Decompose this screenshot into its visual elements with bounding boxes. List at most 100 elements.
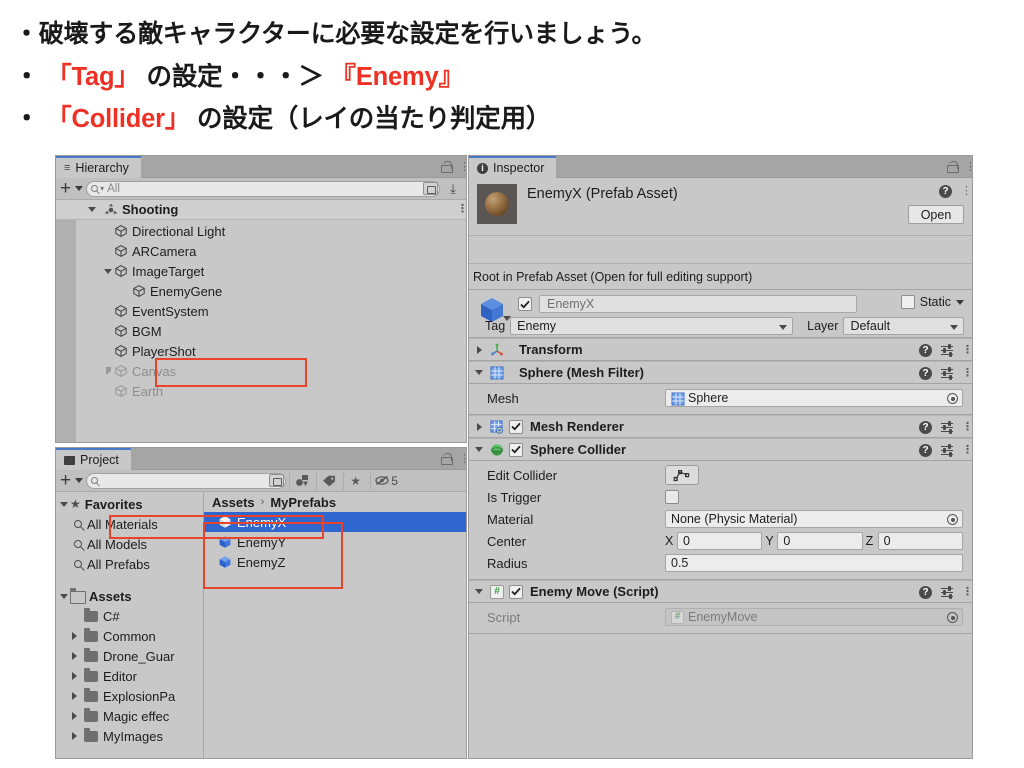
hierarchy-item-directional-light[interactable]: Directional Light bbox=[56, 221, 466, 241]
add-gameobject-button[interactable]: + bbox=[59, 179, 72, 198]
component-enabled-checkbox[interactable] bbox=[509, 419, 523, 434]
expand-search-icon[interactable] bbox=[269, 474, 285, 487]
folder-item-editor[interactable]: Editor bbox=[56, 666, 203, 686]
hierarchy-root-scene[interactable]: Shooting ⋮ bbox=[56, 200, 466, 220]
component-header-transform[interactable]: Transform? ⋮ bbox=[469, 338, 972, 361]
kebab-menu-icon[interactable]: ⋮ bbox=[457, 203, 466, 214]
center-x-input[interactable]: 0 bbox=[677, 532, 763, 550]
asset-item-enemyx[interactable]: EnemyX bbox=[204, 512, 466, 532]
project-tree-favorites[interactable]: ★ Favorites bbox=[56, 494, 203, 514]
folder-item-c-[interactable]: C# bbox=[56, 606, 203, 626]
material-object-field[interactable]: None (Physic Material) bbox=[665, 510, 963, 528]
hierarchy-item-playershot[interactable]: PlayerShot bbox=[56, 341, 466, 361]
lock-icon[interactable] bbox=[441, 453, 453, 465]
kebab-menu-icon[interactable]: ⋮ bbox=[962, 587, 972, 598]
project-tree-assets[interactable]: Assets bbox=[56, 586, 203, 606]
chevron-down-icon[interactable] bbox=[473, 589, 485, 594]
static-checkbox[interactable] bbox=[900, 295, 915, 309]
help-icon[interactable]: ? bbox=[919, 444, 932, 457]
hidden-packages-toggle[interactable]: 5 bbox=[370, 471, 402, 490]
object-picker-icon[interactable] bbox=[947, 514, 958, 525]
favorite-item-all-prefabs[interactable]: All Prefabs bbox=[56, 554, 203, 574]
radius-input[interactable]: 0.5 bbox=[665, 554, 963, 572]
tab-project[interactable]: Project bbox=[56, 448, 131, 470]
chevron-down-icon[interactable] bbox=[473, 447, 485, 452]
lock-icon[interactable] bbox=[441, 161, 453, 173]
chevron-down-icon[interactable] bbox=[956, 299, 964, 305]
chevron-right-icon[interactable] bbox=[473, 345, 485, 354]
kebab-menu-icon[interactable]: ⋮ bbox=[962, 422, 972, 433]
tab-hierarchy[interactable]: ≡ Hierarchy bbox=[56, 156, 141, 178]
filter-by-label-icon[interactable] bbox=[316, 471, 340, 490]
edit-collider-button[interactable] bbox=[665, 465, 699, 485]
create-asset-button[interactable]: + bbox=[59, 471, 72, 490]
chevron-down-icon[interactable] bbox=[102, 268, 114, 274]
hierarchy-item-arcamera[interactable]: ARCamera bbox=[56, 241, 466, 261]
folder-item-common[interactable]: Common bbox=[56, 626, 203, 646]
chevron-right-icon[interactable] bbox=[68, 672, 80, 680]
help-icon[interactable]: ? bbox=[939, 185, 952, 198]
kebab-menu-icon[interactable]: ⋮ bbox=[962, 445, 972, 456]
static-toggle[interactable]: Static bbox=[900, 295, 964, 309]
gameobject-name-field[interactable]: EnemyX bbox=[539, 295, 857, 313]
script-object-field[interactable]: # EnemyMove bbox=[665, 608, 963, 626]
chevron-down-icon[interactable] bbox=[58, 501, 70, 507]
kebab-menu-icon[interactable]: ⋮ bbox=[962, 368, 972, 379]
chevron-down-icon[interactable] bbox=[75, 186, 84, 191]
center-z-input[interactable]: 0 bbox=[877, 532, 963, 550]
chevron-down-icon[interactable] bbox=[75, 478, 84, 483]
project-search-input[interactable] bbox=[86, 472, 287, 489]
folder-item-magic-effec[interactable]: Magic effec bbox=[56, 706, 203, 726]
component-header-enemy-move-script[interactable]: # Enemy Move (Script)? ⋮ bbox=[469, 580, 972, 603]
chevron-right-icon[interactable] bbox=[68, 652, 80, 660]
favorites-star-icon[interactable]: ★ bbox=[343, 471, 367, 490]
kebab-menu-icon[interactable]: ⋮ bbox=[459, 161, 466, 172]
tab-inspector[interactable]: i Inspector bbox=[469, 156, 557, 178]
mesh-object-field[interactable]: Sphere bbox=[665, 389, 963, 407]
preset-sliders-icon[interactable] bbox=[941, 444, 953, 457]
chevron-down-icon[interactable] bbox=[473, 370, 485, 375]
chevron-right-icon[interactable] bbox=[473, 422, 485, 431]
is-trigger-checkbox[interactable] bbox=[665, 490, 679, 504]
breadcrumb-root[interactable]: Assets bbox=[212, 495, 255, 510]
search-dropdown-caret-icon[interactable]: ▾ bbox=[100, 184, 104, 193]
asset-item-enemyz[interactable]: EnemyZ bbox=[204, 552, 466, 572]
open-button[interactable]: Open bbox=[908, 205, 964, 224]
breadcrumb-current[interactable]: MyPrefabs bbox=[270, 495, 336, 510]
folder-item-drone-guar[interactable]: Drone_Guar bbox=[56, 646, 203, 666]
hierarchy-item-imagetarget[interactable]: ImageTarget bbox=[56, 261, 466, 281]
preset-sliders-icon[interactable] bbox=[941, 344, 953, 357]
chevron-right-icon[interactable] bbox=[102, 367, 114, 375]
hierarchy-item-bgm[interactable]: BGM bbox=[56, 321, 466, 341]
layer-dropdown[interactable]: Default bbox=[843, 316, 964, 335]
preset-sliders-icon[interactable] bbox=[941, 586, 953, 599]
component-enabled-checkbox[interactable] bbox=[509, 584, 523, 599]
kebab-menu-icon[interactable]: ⋮ bbox=[459, 453, 466, 464]
favorite-item-all-models[interactable]: All Models bbox=[56, 534, 203, 554]
gameobject-enabled-checkbox[interactable] bbox=[518, 297, 532, 311]
folder-item-explosionpa[interactable]: ExplosionPa bbox=[56, 686, 203, 706]
object-picker-icon[interactable] bbox=[947, 393, 958, 404]
chevron-right-icon[interactable] bbox=[68, 632, 80, 640]
component-header-sphere-collider[interactable]: Sphere Collider? ⋮ bbox=[469, 438, 972, 461]
help-icon[interactable]: ? bbox=[919, 586, 932, 599]
hierarchy-item-earth[interactable]: Earth bbox=[56, 381, 466, 401]
chevron-right-icon[interactable] bbox=[68, 712, 80, 720]
kebab-menu-icon[interactable]: ⋮ bbox=[962, 345, 972, 356]
hierarchy-item-canvas[interactable]: Canvas bbox=[56, 361, 466, 381]
preset-sliders-icon[interactable] bbox=[941, 421, 953, 434]
expand-search-icon[interactable] bbox=[423, 182, 438, 195]
lock-icon[interactable] bbox=[947, 161, 959, 173]
hierarchy-item-enemygene[interactable]: EnemyGene bbox=[56, 281, 466, 301]
kebab-menu-icon[interactable]: ⋮ bbox=[961, 186, 972, 197]
help-icon[interactable]: ? bbox=[919, 367, 932, 380]
object-picker-icon[interactable] bbox=[947, 612, 958, 623]
preset-sliders-icon[interactable] bbox=[941, 367, 953, 380]
kebab-menu-icon[interactable]: ⋮ bbox=[965, 161, 972, 172]
component-enabled-checkbox[interactable] bbox=[509, 442, 523, 457]
chevron-down-icon[interactable] bbox=[58, 593, 70, 599]
asset-item-enemyy[interactable]: EnemyY bbox=[204, 532, 466, 552]
alphabetical-sort-icon[interactable]: ⤓ bbox=[443, 181, 463, 197]
help-icon[interactable]: ? bbox=[919, 344, 932, 357]
help-icon[interactable]: ? bbox=[919, 421, 932, 434]
